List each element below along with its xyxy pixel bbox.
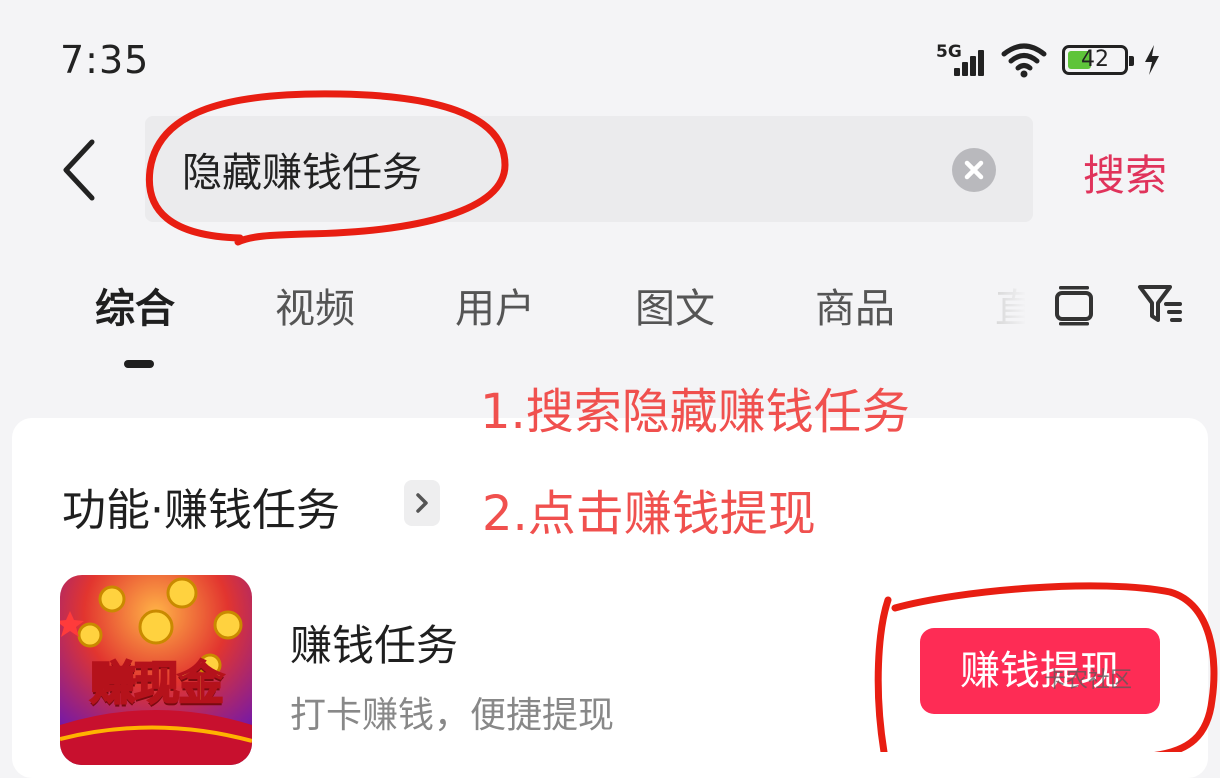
filter-icon[interactable] [1136,280,1184,328]
annotation-step-1: 1.搜索隐藏赚钱任务 [480,384,910,440]
tab-image-text[interactable]: 图文 [635,276,715,334]
wifi-icon [1001,43,1047,78]
tab-users[interactable]: 用户 [455,276,535,334]
tab-fade [985,268,1045,338]
thumb-label: 赚现金 [89,655,225,711]
layout-icon[interactable] [1052,282,1096,328]
chevron-right-icon [416,493,428,513]
section-more-button[interactable] [404,480,440,526]
annotation-step-2: 2.点击赚钱提现 [482,486,816,542]
close-circle-icon [964,160,984,180]
search-query[interactable]: 隐藏赚钱任务 [182,140,422,198]
chevron-left-icon [63,139,95,201]
cellular-signal-icon: 5G [936,42,986,78]
battery-icon: 42 [1062,45,1134,75]
status-icons: 5G 42 [936,40,1162,80]
clear-search-button[interactable] [952,148,996,192]
watermark: 卡农社区 [1044,668,1133,693]
app-name[interactable]: 赚钱任务 [290,612,458,673]
search-button[interactable]: 搜索 [1083,142,1167,203]
battery-level: 42 [1081,47,1109,72]
tab-all[interactable]: 综合 [95,276,175,334]
section-title[interactable]: 功能·赚钱任务 [62,474,340,538]
app-thumbnail[interactable]: 赚现金 [60,575,252,765]
charging-icon [1145,45,1159,75]
network-type: 5G [936,42,962,62]
active-tab-indicator [124,360,154,368]
back-button[interactable] [52,130,112,210]
status-time: 7:35 [60,38,150,82]
tab-products[interactable]: 商品 [815,276,895,334]
tab-video[interactable]: 视频 [275,276,355,334]
app-description: 打卡赚钱，便捷提现 [290,695,615,736]
